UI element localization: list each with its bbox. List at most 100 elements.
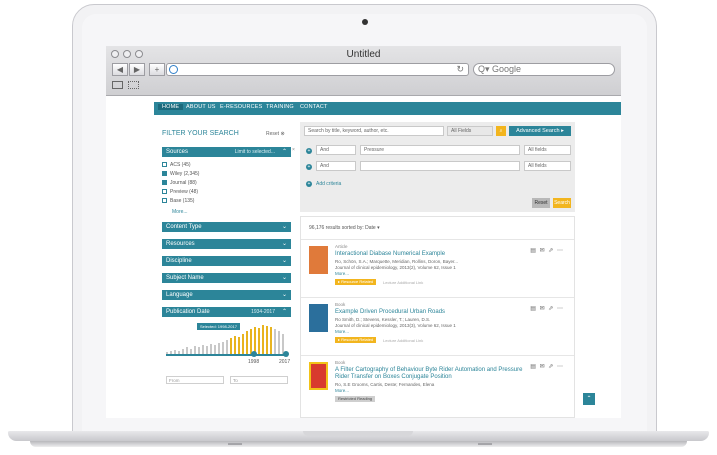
forward-button[interactable]: ▶	[129, 63, 145, 76]
results-count[interactable]: 96,176 results sorted by: Date ▾	[309, 225, 380, 231]
result-item[interactable]: Book Example Driven Procedural Urban Roa…	[301, 297, 574, 355]
result-item[interactable]: Book A Filter Cartography of Behaviour B…	[301, 355, 574, 417]
row2-field-select[interactable]: All fields	[524, 161, 571, 171]
histogram-bar	[210, 344, 212, 355]
nav-contact[interactable]: CONTACT	[300, 104, 328, 110]
histogram-bar	[226, 340, 228, 355]
histogram-bar	[202, 345, 204, 355]
row2-term-input[interactable]	[360, 161, 520, 171]
laptop-notch	[303, 431, 413, 436]
laptop-mockup: Untitled ◀ ▶ + ↻ Q▾ Google HOME ABOUT US…	[0, 0, 717, 455]
nav-about-us[interactable]: ABOUT US	[186, 104, 216, 110]
source-option[interactable]: Journal (88)	[162, 180, 197, 186]
histogram-bar	[262, 325, 264, 355]
result-thumbnail[interactable]	[309, 362, 328, 390]
google-search-input[interactable]: Q▾ Google	[473, 63, 615, 76]
result-badge: Restricted Reading	[335, 396, 376, 402]
result-thumbnail[interactable]	[309, 246, 328, 274]
checkbox-checked[interactable]	[162, 180, 167, 185]
sources-more-link[interactable]: More...	[172, 209, 188, 215]
source-option[interactable]: Preview (48)	[162, 189, 198, 195]
row1-field-select[interactable]: All fields	[524, 145, 571, 155]
histogram-bar	[238, 337, 240, 355]
language-filter[interactable]: Language ⌄	[162, 290, 291, 300]
checkbox[interactable]	[162, 198, 167, 203]
criteria-row-icon: +	[306, 164, 312, 170]
result-badge[interactable]: ▸ Resource Related	[335, 337, 377, 343]
sources-label: Sources	[166, 149, 189, 155]
histogram-bar	[254, 327, 256, 355]
chevron-down-icon: ⌄	[281, 224, 287, 230]
row2-operator-select[interactable]: And	[316, 161, 356, 171]
result-action-icons[interactable]: ▤ ✉ ⇗ ⋯	[530, 363, 564, 370]
top-sites-icon[interactable]	[128, 81, 139, 89]
browser-window: Untitled ◀ ▶ + ↻ Q▾ Google HOME ABOUT US…	[106, 46, 621, 418]
add-criteria-icon[interactable]: +	[306, 181, 312, 187]
camera-icon	[362, 19, 368, 25]
remove-row-icon[interactable]: ×	[292, 147, 295, 153]
chevron-down-icon: ⌄	[281, 258, 287, 264]
histogram-bar	[170, 351, 172, 355]
histogram-bar	[278, 331, 280, 355]
nav-e-resources[interactable]: E-RESOURCES	[220, 104, 263, 110]
result-source: Journal of clinical epidemiology, 2013(3…	[335, 323, 456, 328]
histogram-bar	[230, 338, 232, 355]
result-authors: Ro, Schön, S.A.; Marquette, Meridian, Ro…	[335, 259, 459, 264]
row1-operator-select[interactable]: And	[316, 145, 356, 155]
result-extra-link[interactable]: Lecture Additional Link	[383, 338, 423, 343]
result-action-icons[interactable]: ▤ ✉ ⇗ ⋯	[530, 247, 564, 254]
source-option[interactable]: Base (135)	[162, 198, 194, 204]
advanced-search-button[interactable]: Advanced Search ▸	[509, 126, 571, 136]
result-action-icons[interactable]: ▤ ✉ ⇗ ⋯	[530, 305, 564, 312]
window-title: Untitled	[346, 49, 381, 60]
result-title[interactable]: Example Driven Procedural Urban Roads	[335, 309, 525, 316]
source-option[interactable]: Wiley (2,345)	[162, 171, 199, 177]
scroll-top-button[interactable]: ⌃	[583, 393, 595, 405]
source-option[interactable]: ACS (45)	[162, 162, 191, 168]
histogram-bar	[282, 334, 284, 355]
histogram-bar	[190, 349, 192, 355]
sources-filter-header[interactable]: Sources Limit to selected... ⌃	[162, 147, 291, 157]
result-type: Article	[335, 244, 348, 249]
nav-home[interactable]: HOME	[158, 104, 184, 110]
result-item[interactable]: Article Interactional Diabase Numerical …	[301, 239, 574, 297]
result-more-link[interactable]: More...	[335, 388, 349, 393]
reset-button[interactable]: Reset	[532, 198, 550, 208]
checkbox[interactable]	[162, 162, 167, 167]
result-title[interactable]: Interactional Diabase Numerical Example	[335, 251, 525, 258]
add-tab-button[interactable]: +	[149, 63, 165, 76]
subject-name-filter[interactable]: Subject Name ⌄	[162, 273, 291, 283]
reading-list-icon[interactable]	[112, 81, 123, 89]
result-title[interactable]: A Filter Cartography of Behaviour Byte R…	[335, 367, 525, 381]
search-icon-button[interactable]: ⌕	[496, 126, 506, 136]
result-more-link[interactable]: More...	[335, 329, 349, 334]
result-extra-link[interactable]: Lecture Additional Link	[383, 280, 423, 285]
date-from-input[interactable]: From	[166, 376, 224, 384]
discipline-filter[interactable]: Discipline ⌄	[162, 256, 291, 266]
chevron-down-icon: ⌄	[281, 292, 287, 298]
result-badge[interactable]: ▸ Resource Related	[335, 279, 377, 285]
filter-reset-link[interactable]: Reset ⊗	[266, 131, 285, 137]
reload-icon[interactable]: ↻	[456, 64, 464, 75]
search-panel: Search by title, keyword, author, etc. A…	[292, 122, 575, 212]
address-bar[interactable]: ↻	[166, 63, 469, 76]
histogram-bar	[178, 351, 180, 355]
browser-chrome: Untitled ◀ ▶ + ↻ Q▾ Google	[106, 46, 621, 96]
search-field-select[interactable]: All Fields	[447, 126, 493, 136]
nav-training[interactable]: TRAINING	[266, 104, 294, 110]
search-input[interactable]: Search by title, keyword, author, etc.	[304, 126, 444, 136]
result-authors: Ro, S.E Grooms, Cartis, Deste; Fernandes…	[335, 382, 435, 387]
row1-term-input[interactable]: Pressure	[360, 145, 520, 155]
result-more-link[interactable]: More...	[335, 271, 349, 276]
date-to-input[interactable]: To	[230, 376, 288, 384]
histogram-bar	[182, 349, 184, 355]
back-button[interactable]: ◀	[112, 63, 128, 76]
resources-filter[interactable]: Resources ⌄	[162, 239, 291, 249]
add-criteria-link[interactable]: Add criteria	[316, 181, 341, 187]
content-type-filter[interactable]: Content Type ⌄	[162, 222, 291, 232]
search-button[interactable]: Search	[553, 198, 571, 208]
checkbox-checked[interactable]	[162, 171, 167, 176]
checkbox[interactable]	[162, 189, 167, 194]
result-thumbnail[interactable]	[309, 304, 328, 332]
result-type: Book	[335, 360, 346, 365]
